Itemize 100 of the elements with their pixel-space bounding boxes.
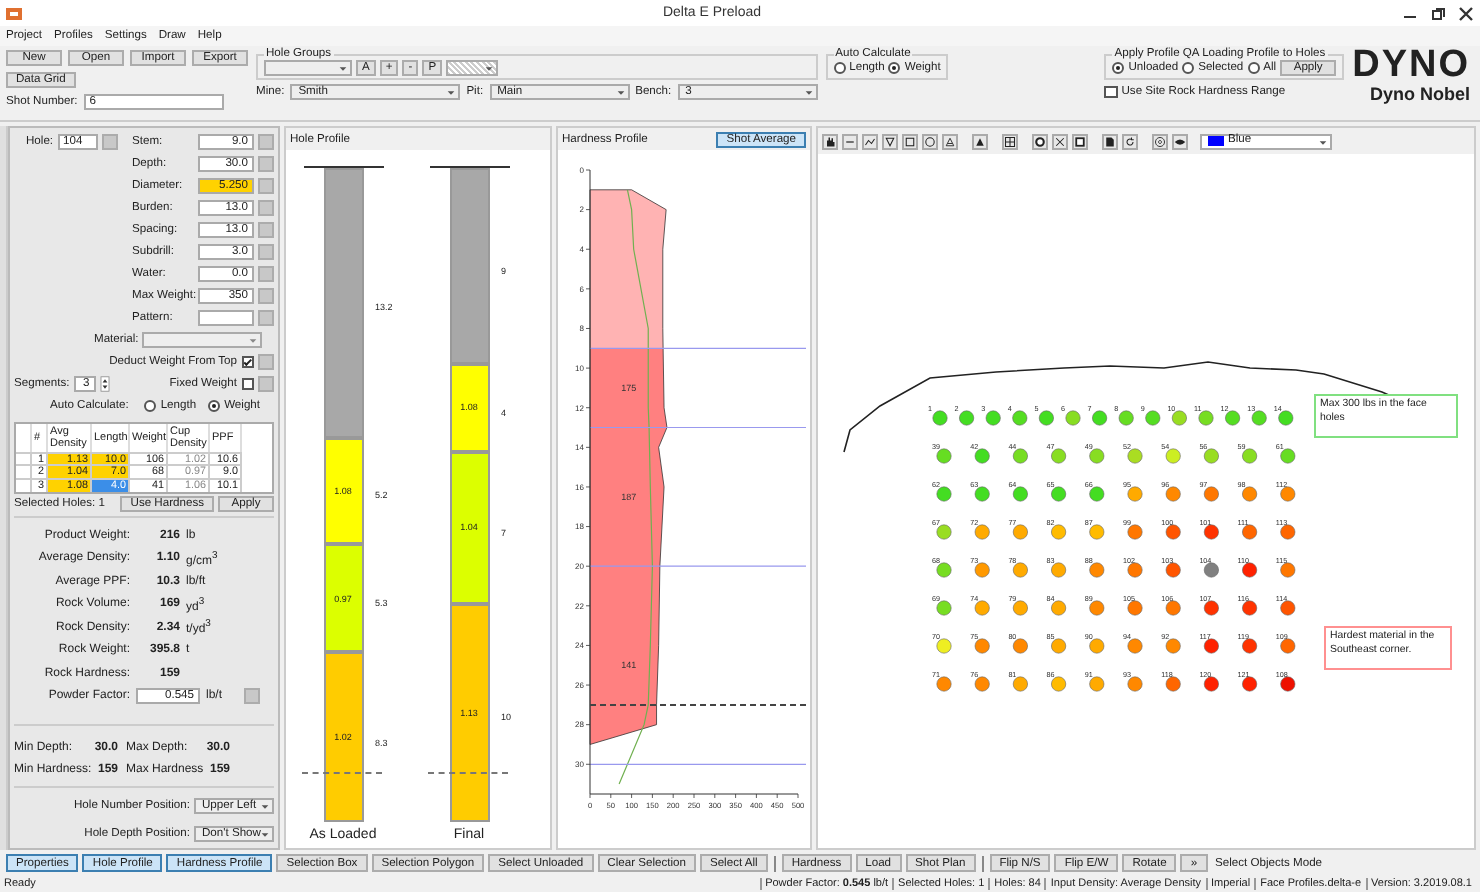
blast-hole[interactable] xyxy=(1012,524,1028,540)
triangle-tool-button[interactable] xyxy=(882,133,898,149)
blast-hole[interactable] xyxy=(1242,600,1258,616)
eye-tool-button[interactable] xyxy=(1172,133,1188,149)
blast-hole[interactable] xyxy=(1203,562,1219,578)
blast-hole[interactable] xyxy=(974,448,990,464)
grid-tool-button[interactable] xyxy=(1002,133,1018,149)
blast-hole[interactable] xyxy=(1203,600,1219,616)
line-tool-button[interactable] xyxy=(842,133,858,149)
blast-hole[interactable] xyxy=(1012,638,1028,654)
blast-hole[interactable] xyxy=(1089,600,1105,616)
blast-hole[interactable] xyxy=(936,448,952,464)
blast-hole[interactable] xyxy=(1127,600,1143,616)
blast-hole[interactable] xyxy=(1089,638,1105,654)
blast-hole[interactable] xyxy=(1012,600,1028,616)
blast-hole[interactable] xyxy=(1127,486,1143,502)
blast-hole[interactable] xyxy=(1089,448,1105,464)
blast-hole[interactable] xyxy=(1127,638,1143,654)
blast-hole[interactable] xyxy=(1145,410,1161,426)
blast-hole[interactable] xyxy=(1051,562,1067,578)
blast-hole[interactable] xyxy=(1012,676,1028,692)
blast-hole[interactable] xyxy=(1242,676,1258,692)
pattern-dropdown[interactable] xyxy=(446,60,499,76)
blast-hole[interactable] xyxy=(1280,486,1296,502)
blast-hole[interactable] xyxy=(1280,562,1296,578)
checkbox[interactable] xyxy=(241,355,254,369)
square-tool-button[interactable] xyxy=(902,133,918,149)
stop-tool-button[interactable] xyxy=(1072,133,1088,149)
blast-hole[interactable] xyxy=(1089,676,1105,692)
blast-hole[interactable] xyxy=(974,562,990,578)
blast-hole[interactable] xyxy=(974,524,990,540)
polyline-tool-button[interactable] xyxy=(862,133,878,149)
blast-hole[interactable] xyxy=(974,638,990,654)
blast-hole[interactable] xyxy=(959,410,975,426)
blast-hole[interactable] xyxy=(1242,524,1258,540)
blast-hole[interactable] xyxy=(1127,562,1143,578)
blast-hole[interactable] xyxy=(1127,448,1143,464)
blast-hole[interactable] xyxy=(1051,676,1067,692)
circle-tool-button[interactable] xyxy=(922,133,938,149)
radio-button[interactable] xyxy=(833,62,846,74)
blast-hole[interactable] xyxy=(1278,410,1294,426)
blast-hole[interactable] xyxy=(1251,410,1267,426)
close-tool-button[interactable] xyxy=(1052,133,1068,149)
blast-hole[interactable] xyxy=(1165,638,1181,654)
blast-hole[interactable] xyxy=(936,524,952,540)
blast-hole[interactable] xyxy=(1280,448,1296,464)
blast-hole[interactable] xyxy=(1051,448,1067,464)
rotate-tool-button[interactable] xyxy=(1122,133,1138,149)
blast-hole[interactable] xyxy=(936,600,952,616)
blast-hole[interactable] xyxy=(1203,448,1219,464)
blast-hole[interactable] xyxy=(1092,410,1108,426)
radio-button[interactable] xyxy=(208,400,221,413)
blast-hole[interactable] xyxy=(1280,600,1296,616)
blast-hole[interactable] xyxy=(1051,524,1067,540)
blast-hole[interactable] xyxy=(985,410,1001,426)
blast-hole[interactable] xyxy=(1012,410,1028,426)
close-icon[interactable] xyxy=(1458,5,1474,21)
checkbox[interactable] xyxy=(241,377,254,391)
blast-hole[interactable] xyxy=(1203,524,1219,540)
blast-hole[interactable] xyxy=(1171,410,1187,426)
blast-hole[interactable] xyxy=(974,676,990,692)
blast-hole[interactable] xyxy=(1127,524,1143,540)
blast-hole[interactable] xyxy=(1225,410,1241,426)
target-tool-button[interactable] xyxy=(1152,133,1168,149)
blast-hole[interactable] xyxy=(936,676,952,692)
blast-hole[interactable] xyxy=(1012,448,1028,464)
blast-hole[interactable] xyxy=(1165,676,1181,692)
checkbox[interactable] xyxy=(1104,85,1118,99)
blast-hole[interactable] xyxy=(1203,676,1219,692)
blast-hole[interactable] xyxy=(936,562,952,578)
radio-button[interactable] xyxy=(888,62,901,74)
blast-hole[interactable] xyxy=(1127,676,1143,692)
blast-hole[interactable] xyxy=(1012,562,1028,578)
radio-button[interactable] xyxy=(1247,62,1260,74)
hole-group-dropdown[interactable] xyxy=(264,60,352,76)
spinner-arrows-icon[interactable] xyxy=(99,376,110,393)
blast-hole[interactable] xyxy=(1165,600,1181,616)
blast-hole[interactable] xyxy=(1165,448,1181,464)
blast-hole[interactable] xyxy=(974,486,990,502)
blast-hole[interactable] xyxy=(1051,638,1067,654)
blast-hole[interactable] xyxy=(1165,486,1181,502)
blast-hole[interactable] xyxy=(1038,410,1054,426)
triangle-marker-tool-button[interactable] xyxy=(942,133,958,149)
blast-hole[interactable] xyxy=(1165,562,1181,578)
value-field[interactable] xyxy=(198,310,254,327)
lock-button[interactable] xyxy=(101,134,118,151)
blast-hole[interactable] xyxy=(1242,638,1258,654)
blast-hole[interactable] xyxy=(1242,448,1258,464)
blast-hole[interactable] xyxy=(974,600,990,616)
hand-tool-button[interactable] xyxy=(822,133,838,149)
blast-hole[interactable] xyxy=(1012,486,1028,502)
blast-hole[interactable] xyxy=(1051,486,1067,502)
blast-hole[interactable] xyxy=(932,410,948,426)
blast-hole[interactable] xyxy=(1089,562,1105,578)
blast-hole[interactable] xyxy=(936,638,952,654)
blast-hole[interactable] xyxy=(1198,410,1214,426)
radio-button[interactable] xyxy=(1182,62,1195,74)
lock-button[interactable] xyxy=(244,688,260,705)
blast-hole[interactable] xyxy=(1242,562,1258,578)
blast-hole[interactable] xyxy=(1203,486,1219,502)
